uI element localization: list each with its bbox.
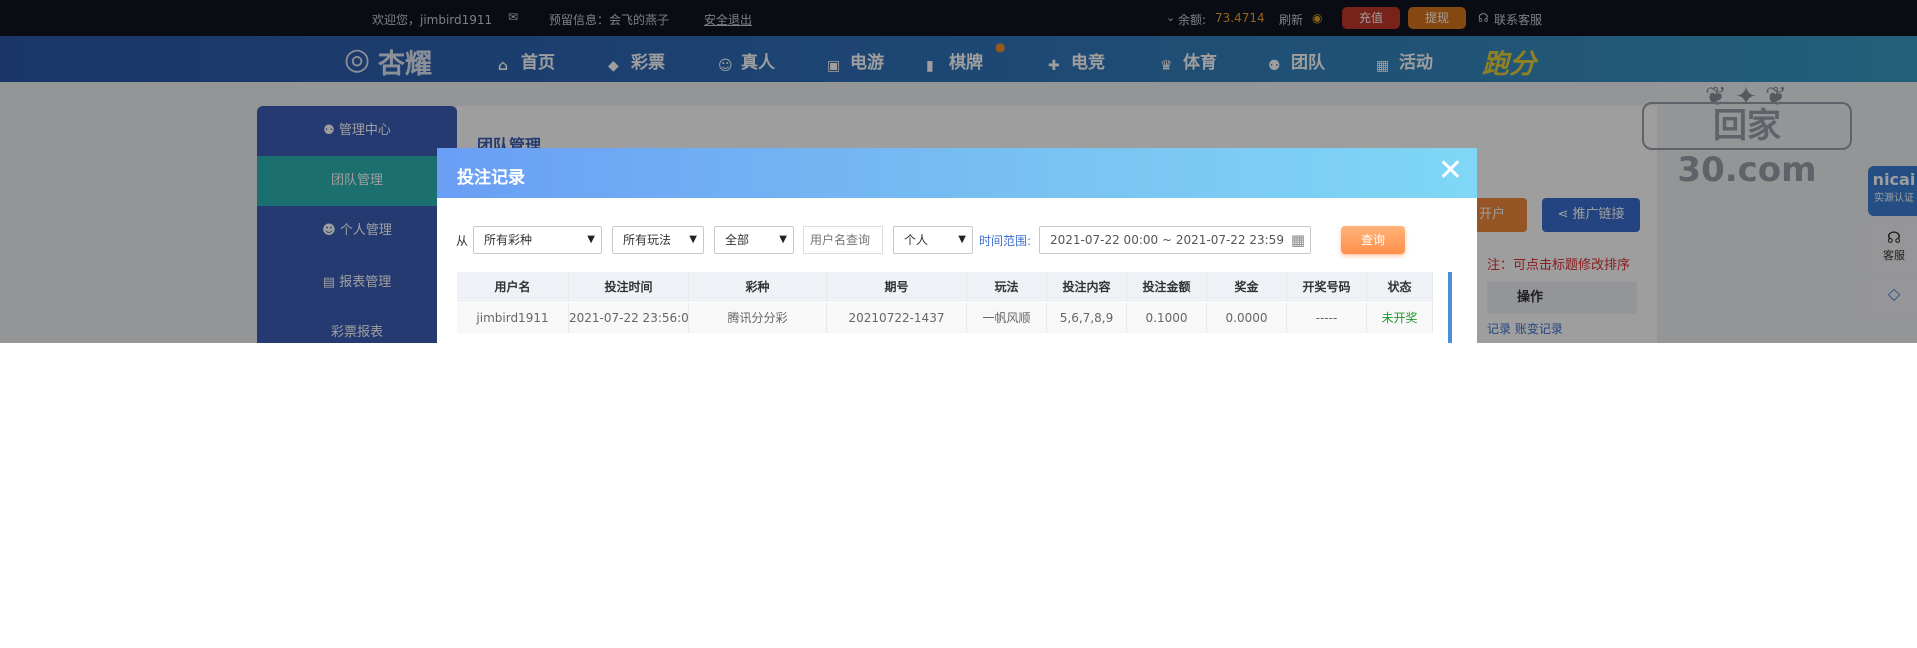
modal-header: 投注记录 ✕ bbox=[437, 148, 1477, 198]
play-select[interactable]: 所有玩法 ▼ bbox=[612, 226, 704, 254]
time-range-value: 2021-07-22 00:00 ~ 2021-07-22 23:59 bbox=[1050, 233, 1284, 247]
page: 欢迎您，jimbird1911 ✉ 预留信息：会飞的燕子 安全退出 ⌄ 余额: … bbox=[0, 0, 1917, 343]
table-row: jimbird1911 2021-07-22 23:56:09 腾讯分分彩 20210… bbox=[457, 303, 1453, 333]
col-bet-content-header[interactable]: 投注内容 bbox=[1047, 272, 1127, 302]
table-header-row: 用户名 投注时间 彩种 期号 玩法 投注内容 投注金额 奖金 开奖号码 状态 bbox=[457, 272, 1453, 302]
time-range-label: 时间范围: bbox=[979, 234, 1032, 248]
status-select[interactable]: 全部 ▼ bbox=[714, 226, 794, 254]
col-bet-amount-header[interactable]: 投注金额 bbox=[1127, 272, 1207, 302]
col-status-header[interactable]: 状态 bbox=[1367, 272, 1433, 302]
col-bet-time-header[interactable]: 投注时间 bbox=[569, 272, 689, 302]
close-icon[interactable]: ✕ bbox=[1438, 156, 1463, 186]
query-button[interactable]: 查询 bbox=[1341, 226, 1405, 254]
col-username-cell: jimbird1911 bbox=[457, 303, 569, 333]
col-draw-number-cell: ----- bbox=[1287, 303, 1367, 333]
col-lottery-cell: 腾讯分分彩 bbox=[689, 303, 827, 333]
bet-record-modal: 投注记录 ✕ 从 所有彩种 ▼ 所有玩法 ▼ 全部 ▼ 个人 ▼ 时间范围: 2021-… bbox=[437, 148, 1477, 343]
col-draw-number-header[interactable]: 开奖号码 bbox=[1287, 272, 1367, 302]
scrollbar[interactable] bbox=[1448, 272, 1452, 343]
scope-select-value: 个人 bbox=[904, 233, 929, 247]
username-search-input[interactable] bbox=[803, 226, 883, 254]
modal-title: 投注记录 bbox=[457, 168, 525, 188]
col-status-cell: 未开奖 bbox=[1367, 303, 1433, 333]
col-lottery-header[interactable]: 彩种 bbox=[689, 272, 827, 302]
caret-down-icon: ▼ bbox=[689, 234, 697, 245]
lottery-select-value: 所有彩种 bbox=[484, 233, 533, 247]
col-username-header[interactable]: 用户名 bbox=[457, 272, 569, 302]
caret-down-icon: ▼ bbox=[958, 234, 966, 245]
col-issue-header[interactable]: 期号 bbox=[827, 272, 967, 302]
col-issue-cell: 20210722-1437 bbox=[827, 303, 967, 333]
col-prize-header[interactable]: 奖金 bbox=[1207, 272, 1287, 302]
caret-down-icon: ▼ bbox=[779, 234, 787, 245]
col-prize-cell: 0.0000 bbox=[1207, 303, 1287, 333]
col-play-header[interactable]: 玩法 bbox=[967, 272, 1047, 302]
status-select-value: 全部 bbox=[725, 233, 750, 247]
col-bet-amount-cell: 0.1000 bbox=[1127, 303, 1207, 333]
col-play-cell: 一帆风顺 bbox=[967, 303, 1047, 333]
lottery-select[interactable]: 所有彩种 ▼ bbox=[473, 226, 602, 254]
play-select-value: 所有玩法 bbox=[623, 233, 672, 247]
caret-down-icon: ▼ bbox=[587, 234, 595, 245]
time-range-input[interactable]: 2021-07-22 00:00 ~ 2021-07-22 23:59 ▦ bbox=[1039, 226, 1311, 254]
col-bet-content-cell: 5,6,7,8,9 bbox=[1047, 303, 1127, 333]
col-bet-time-cell: 2021-07-22 23:56:09 bbox=[569, 303, 689, 333]
from-label: 从 bbox=[456, 234, 469, 248]
scope-select[interactable]: 个人 ▼ bbox=[893, 226, 973, 254]
calendar-icon: ▦ bbox=[1290, 231, 1305, 249]
